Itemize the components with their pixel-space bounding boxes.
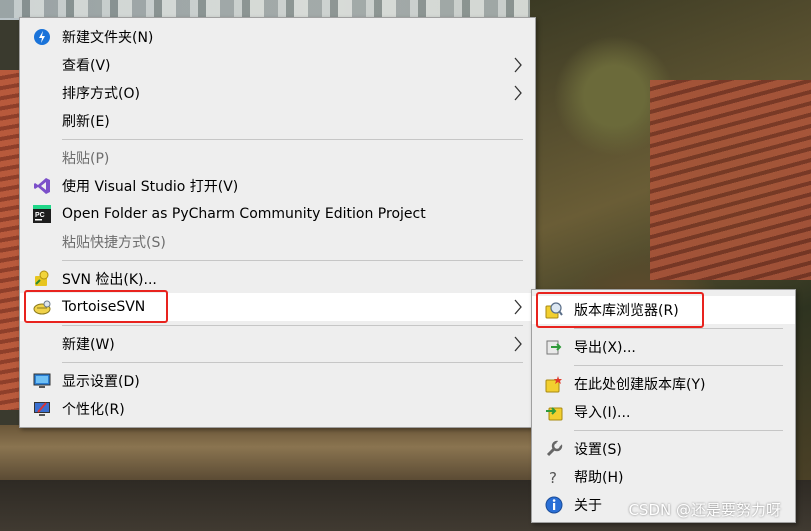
desktop-context-menu: 新建文件夹(N) 查看(V) 排序方式(O) 刷新(E) 粘贴(P) 使用 Vi… (19, 17, 536, 428)
menu-item-svn-checkout[interactable]: SVN 检出(K)... (20, 265, 535, 293)
menu-item-label: 刷新(E) (62, 114, 110, 130)
menu-separator (62, 362, 523, 363)
export-icon (545, 338, 563, 356)
menu-item-label: 粘贴快捷方式(S) (62, 235, 166, 251)
menu-item-label: 关于 (574, 498, 602, 514)
menu-item-label: SVN 检出(K)... (62, 272, 157, 288)
menu-separator (574, 430, 783, 431)
menu-item-label: 帮助(H) (574, 470, 624, 486)
menu-separator (62, 260, 523, 261)
menu-item-paste-shortcut[interactable]: 粘贴快捷方式(S) (20, 228, 535, 256)
chevron-right-icon (514, 85, 522, 101)
annotation-highlight-tortoisesvn (24, 290, 168, 323)
submenu-item-help[interactable]: ? 帮助(H) (532, 463, 795, 491)
menu-item-paste[interactable]: 粘贴(P) (20, 144, 535, 172)
menu-item-label: 导入(I)... (574, 405, 631, 421)
menu-item-label: 新建(W) (62, 337, 115, 353)
menu-item-label: 排序方式(O) (62, 86, 140, 102)
menu-item-new-folder[interactable]: 新建文件夹(N) (20, 23, 535, 51)
menu-item-personalize[interactable]: 个性化(R) (20, 395, 535, 423)
menu-item-label: 在此处创建版本库(Y) (574, 377, 706, 393)
svn-checkout-icon (33, 270, 51, 288)
chevron-right-icon (514, 299, 522, 315)
menu-item-label: 显示设置(D) (62, 374, 140, 390)
menu-item-display-settings[interactable]: 显示设置(D) (20, 367, 535, 395)
menu-item-open-visual-studio[interactable]: 使用 Visual Studio 打开(V) (20, 172, 535, 200)
settings-icon (545, 440, 563, 458)
watermark-text: CSDN @还是要努力呀 (628, 501, 781, 519)
import-icon (545, 403, 563, 421)
help-icon: ? (545, 468, 563, 486)
chevron-right-icon (514, 57, 522, 73)
menu-item-label: Open Folder as PyCharm Community Edition… (62, 206, 426, 222)
menu-item-refresh[interactable]: 刷新(E) (20, 107, 535, 135)
menu-item-sort-by[interactable]: 排序方式(O) (20, 79, 535, 107)
submenu-item-export[interactable]: 导出(X)... (532, 333, 795, 361)
menu-item-new[interactable]: 新建(W) (20, 330, 535, 358)
annotation-highlight-repo-browser (536, 292, 704, 328)
visual-studio-icon (33, 177, 51, 195)
chevron-right-icon (514, 336, 522, 352)
svg-text:PC: PC (35, 212, 45, 219)
submenu-item-import[interactable]: 导入(I)... (532, 398, 795, 426)
about-icon (545, 496, 563, 514)
create-repo-icon (545, 375, 563, 393)
new-folder-icon (33, 28, 51, 46)
menu-item-label: 新建文件夹(N) (62, 30, 154, 46)
menu-separator (62, 139, 523, 140)
menu-item-label: 导出(X)... (574, 340, 636, 356)
menu-item-view[interactable]: 查看(V) (20, 51, 535, 79)
submenu-item-settings[interactable]: 设置(S) (532, 435, 795, 463)
menu-item-label: 使用 Visual Studio 打开(V) (62, 179, 239, 195)
display-settings-icon (33, 372, 51, 390)
menu-item-label: 个性化(R) (62, 402, 125, 418)
svg-text:?: ? (549, 469, 557, 486)
personalize-icon (33, 400, 51, 418)
menu-item-label: 查看(V) (62, 58, 111, 74)
menu-item-open-pycharm[interactable]: PC Open Folder as PyCharm Community Edit… (20, 200, 535, 228)
menu-item-label: 设置(S) (574, 442, 622, 458)
menu-item-label: 粘贴(P) (62, 151, 110, 167)
menu-separator (574, 365, 783, 366)
pycharm-icon: PC (33, 205, 51, 223)
menu-separator (574, 328, 783, 329)
submenu-item-create-repo[interactable]: 在此处创建版本库(Y) (532, 370, 795, 398)
menu-separator (62, 325, 523, 326)
